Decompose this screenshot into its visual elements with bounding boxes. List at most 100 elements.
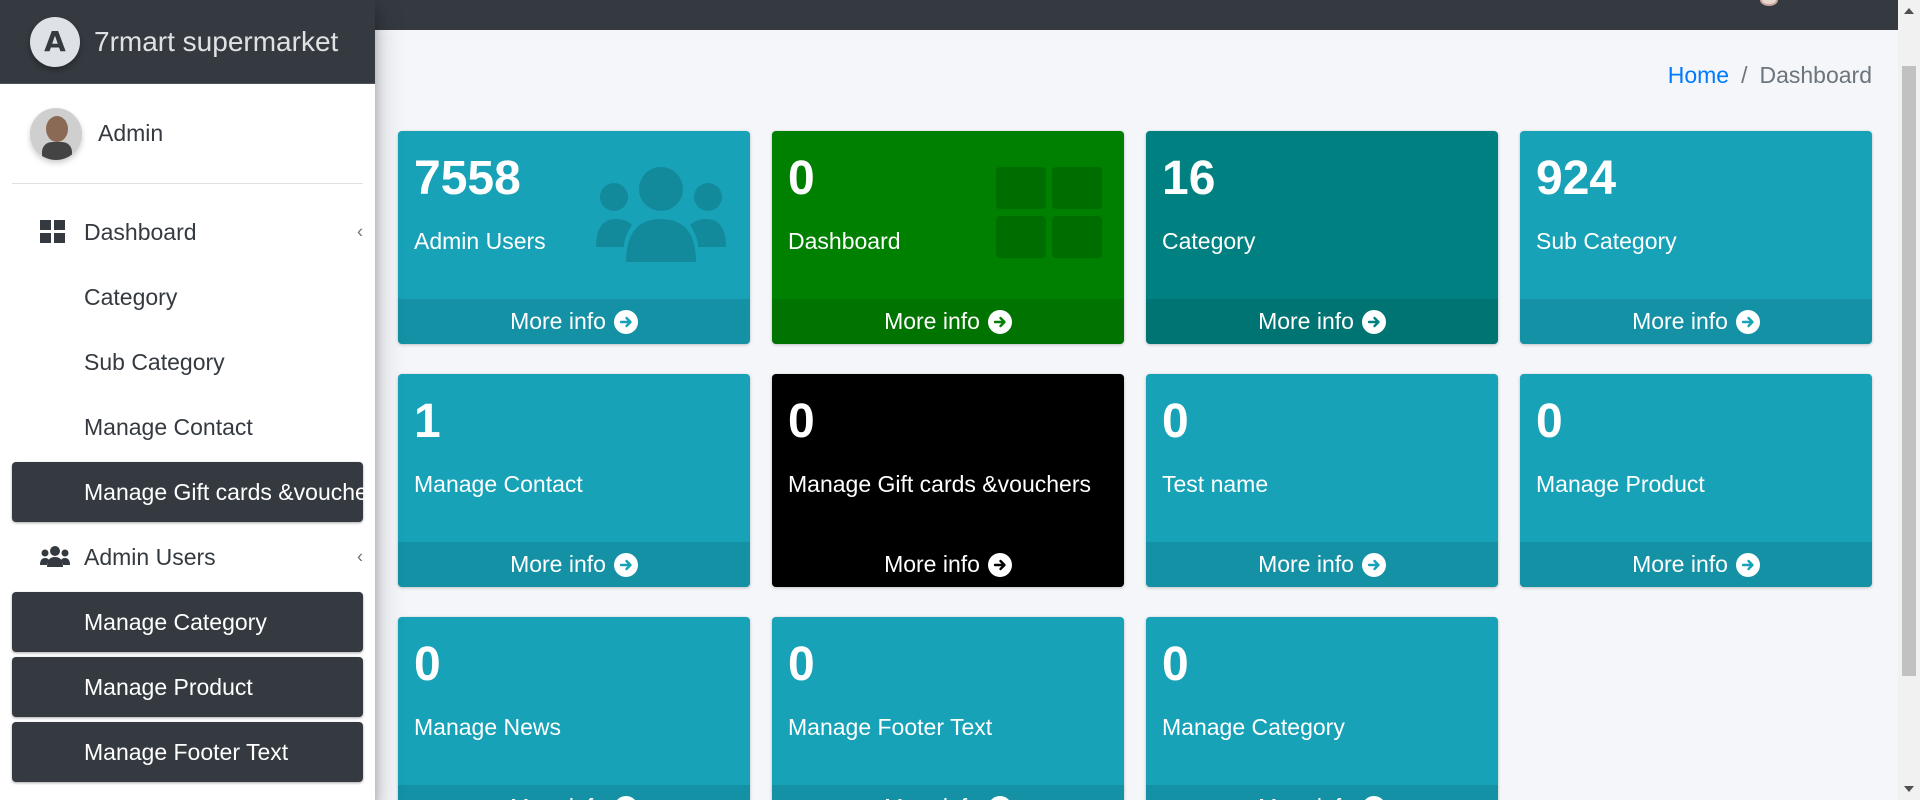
- more-info-label: More info: [510, 551, 606, 577]
- avatar: [30, 107, 82, 160]
- stat-card-dashboard: 0 Dashboard More info: [772, 131, 1124, 344]
- more-info-label: More info: [1258, 551, 1354, 577]
- more-info-link[interactable]: More info: [398, 785, 750, 800]
- arrow-circle-right-icon: [1735, 309, 1760, 334]
- sidebar-nav: Dashboard ‹ Category Sub Category Manage Con…: [0, 184, 375, 782]
- more-info-label: More info: [510, 794, 606, 800]
- breadcrumb-separator: /: [1741, 62, 1748, 88]
- arrow-circle-right-icon: [1361, 309, 1386, 334]
- stat-count: 0: [788, 152, 815, 205]
- stat-card-manage-news: 0 Manage News More info: [398, 617, 750, 800]
- stat-card-manage-contact: 1 Manage Contact More info: [398, 374, 750, 587]
- sidebar-item-category[interactable]: Category: [12, 267, 363, 327]
- breadcrumb-home-link[interactable]: Home: [1668, 62, 1729, 89]
- sidebar-item-label: Dashboard: [84, 218, 197, 245]
- stat-count: 0: [788, 395, 815, 448]
- more-info-link[interactable]: More info: [398, 542, 750, 587]
- arrow-circle-right-icon: [1361, 795, 1386, 800]
- stat-label: Manage News: [414, 714, 562, 740]
- more-info-label: More info: [884, 794, 980, 800]
- more-info-label: More info: [1632, 308, 1728, 334]
- breadcrumb-current: Dashboard: [1759, 62, 1872, 88]
- arrow-circle-right-icon: [613, 309, 638, 334]
- users-icon: [596, 167, 726, 267]
- scroll-up-arrow-icon[interactable]: [1904, 8, 1914, 14]
- more-info-link[interactable]: More info: [1520, 542, 1872, 587]
- chevron-left-icon: ‹: [357, 546, 363, 567]
- brand-link[interactable]: A 7rmart supermarket: [0, 0, 375, 84]
- sidebar-item-manage-gift-cards-vouchers[interactable]: Manage Gift cards &vouchers: [12, 462, 375, 522]
- stat-card-test-name: 0 Test name More info: [1146, 374, 1498, 587]
- more-info-link[interactable]: More info: [398, 299, 750, 344]
- stat-label: Category: [1162, 228, 1256, 254]
- more-info-link[interactable]: More info: [1146, 542, 1498, 587]
- stat-count: 0: [1536, 395, 1563, 448]
- sidebar-item-sub-category[interactable]: Sub Category: [12, 332, 363, 392]
- breadcrumb: Home / Dashboard: [1668, 62, 1872, 89]
- dashboard-grid-icon: [996, 167, 1102, 264]
- more-info-link[interactable]: More info: [1146, 299, 1498, 344]
- arrow-circle-right-icon: [613, 552, 638, 577]
- sidebar-item-manage-contact[interactable]: Manage Contact: [12, 397, 363, 457]
- user-panel[interactable]: Admin: [12, 84, 363, 184]
- stat-label: Manage Gift cards &vouchers: [788, 471, 1091, 497]
- arrow-circle-right-icon: [987, 552, 1012, 577]
- scrollbar-thumb[interactable]: [1902, 66, 1916, 676]
- more-info-label: More info: [884, 551, 980, 577]
- sidebar-item-dashboard[interactable]: Dashboard ‹: [12, 202, 363, 262]
- stat-count: 924: [1536, 152, 1617, 205]
- more-info-link[interactable]: More info: [1146, 785, 1498, 800]
- more-info-label: More info: [1632, 551, 1728, 577]
- stat-count: 0: [788, 638, 815, 691]
- stat-card-manage-category: 0 Manage Category More info: [1146, 617, 1498, 800]
- dashboard-card-grid: 7558 Admin Users More info 0 Dashboard More i…: [398, 131, 1872, 800]
- stat-count: 0: [414, 638, 441, 691]
- more-info-link[interactable]: More info: [772, 299, 1124, 344]
- sidebar-item-label: Sub Category: [84, 348, 225, 375]
- stat-label: Dashboard: [788, 228, 901, 254]
- stat-label: Manage Contact: [414, 471, 583, 497]
- stat-count: 0: [1162, 395, 1189, 448]
- more-info-link[interactable]: More info: [1520, 299, 1872, 344]
- sidebar-item-label: Manage Gift cards &vouchers: [84, 478, 375, 505]
- brand-logo-icon: A: [30, 16, 80, 67]
- stat-label: Test name: [1162, 471, 1269, 497]
- dashboard-grid-icon: [40, 220, 68, 244]
- stat-label: Admin Users: [414, 228, 546, 254]
- sidebar-item-label: Category: [84, 283, 178, 310]
- more-info-label: More info: [510, 308, 606, 334]
- stat-card-category: 16 Category More info: [1146, 131, 1498, 344]
- arrow-circle-right-icon: [1735, 552, 1760, 577]
- sidebar-item-manage-footer-text[interactable]: Manage Footer Text: [12, 722, 363, 782]
- arrow-circle-right-icon: [1361, 552, 1386, 577]
- sidebar-item-label: Manage Contact: [84, 413, 253, 440]
- stat-card-manage-gift-cards-vouchers: 0 Manage Gift cards &vouchers More info: [772, 374, 1124, 587]
- stat-count: 0: [1162, 638, 1189, 691]
- sidebar-item-label: Manage Footer Text: [84, 738, 289, 765]
- page-scrollbar[interactable]: [1898, 0, 1920, 800]
- more-info-link[interactable]: More info: [772, 785, 1124, 800]
- stat-label: Manage Category: [1162, 714, 1345, 740]
- stat-card-manage-product: 0 Manage Product More info: [1520, 374, 1872, 587]
- arrow-circle-right-icon: [613, 795, 638, 800]
- more-info-link[interactable]: More info: [772, 542, 1124, 587]
- users-icon: [40, 545, 70, 569]
- brand-logo-letter: A: [44, 25, 66, 58]
- sidebar-item-manage-category[interactable]: Manage Category: [12, 592, 363, 652]
- more-info-label: More info: [1258, 308, 1354, 334]
- sidebar-item-label: Admin Users: [84, 543, 216, 570]
- sidebar-item-label: Manage Product: [84, 673, 253, 700]
- sidebar-item-admin-users[interactable]: Admin Users ‹: [12, 527, 363, 587]
- stat-count: 7558: [414, 152, 521, 205]
- more-info-label: More info: [1258, 794, 1354, 800]
- scroll-down-arrow-icon[interactable]: [1904, 786, 1914, 792]
- arrow-circle-right-icon: [987, 795, 1012, 800]
- user-name[interactable]: Admin: [98, 120, 163, 147]
- sidebar-item-manage-product[interactable]: Manage Product: [12, 657, 363, 717]
- stat-card-sub-category: 924 Sub Category More info: [1520, 131, 1872, 344]
- sidebar: A 7rmart supermarket Admin Dashboard ‹ Cat…: [0, 0, 375, 800]
- stat-label: Manage Footer Text: [788, 714, 993, 740]
- user-avatar-icon[interactable]: [1760, 0, 1778, 6]
- stat-label: Sub Category: [1536, 228, 1677, 254]
- stat-count: 16: [1162, 152, 1216, 205]
